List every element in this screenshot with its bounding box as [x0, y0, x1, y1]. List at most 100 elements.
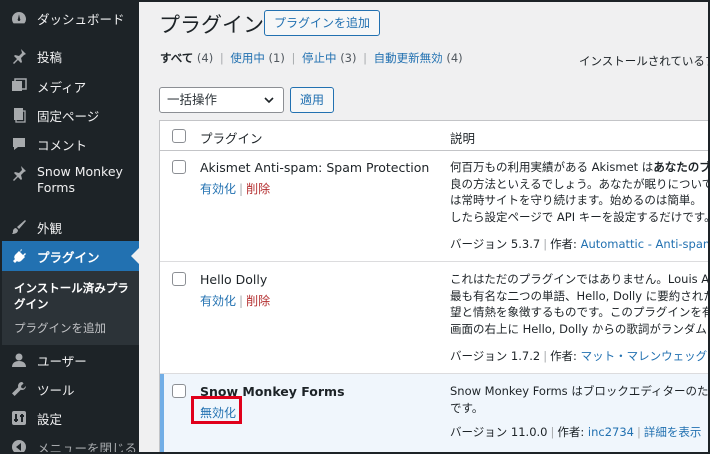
description-line: です。: [450, 400, 484, 415]
comment-icon: [10, 135, 28, 153]
author-link[interactable]: Automattic - Anti-spam Team: [581, 237, 708, 251]
select-all-checkbox[interactable]: [172, 129, 186, 143]
admin-sidebar: ダッシュボード 投稿 メディア 固定ページ コメント Snow Monkey F…: [2, 2, 139, 452]
plugin-version: バージョン 1.7.2: [450, 349, 541, 363]
sidebar-item-label: コメント: [37, 137, 88, 153]
meta-separator: |: [550, 425, 555, 439]
plugin-version: バージョン 11.0.0: [450, 425, 548, 439]
column-header-plugin: プラグイン: [200, 131, 263, 146]
author-label: 作者:: [557, 425, 585, 439]
description-line: 最も有名な二つの単語、Hello, Dolly に要約された一: [450, 288, 710, 303]
row-checkbox[interactable]: [172, 384, 186, 398]
plugins-table: プラグイン 説明 Akismet Anti-spam: Spam Protect…: [159, 120, 710, 452]
delete-link[interactable]: 削除: [246, 294, 270, 308]
sidebar-item-label: 外観: [37, 220, 63, 236]
sidebar-item-label: ダッシュボード: [37, 11, 125, 27]
sidebar-item-tools[interactable]: ツール: [2, 374, 139, 404]
filter-active[interactable]: 使用中: [230, 51, 265, 65]
activate-link[interactable]: 有効化: [200, 182, 236, 196]
sidebar-item-label: 固定ページ: [37, 108, 100, 124]
filter-active-count: (1): [268, 51, 285, 65]
sidebar-item-settings[interactable]: 設定: [2, 403, 139, 433]
highlight-annotation: [191, 396, 242, 424]
plugin-description: これはただのプラグインではありません。Louis Arms 最も有名な二つの単語…: [450, 271, 710, 337]
sidebar-item-snow-monkey-forms[interactable]: Snow Monkey Forms: [2, 158, 139, 202]
filter-all[interactable]: すべて: [160, 51, 193, 65]
table-header: プラグイン 説明: [160, 121, 708, 151]
activate-link[interactable]: 有効化: [200, 294, 236, 308]
sidebar-item-posts[interactable]: 投稿: [2, 41, 139, 71]
settings-icon: [10, 409, 28, 427]
plugin-meta: バージョン 5.3.7|作者: Automattic - Anti-spam T…: [450, 236, 708, 252]
plugins-submenu: インストール済みプラグイン プラグインを追加: [2, 271, 139, 345]
sidebar-item-comments[interactable]: コメント: [2, 129, 139, 159]
pin-icon: [10, 47, 28, 65]
pin-icon: [10, 164, 28, 182]
plugin-meta: バージョン 11.0.0 | 作者: inc2734 | 詳細を表示: [450, 424, 701, 440]
sidebar-item-label: 投稿: [37, 49, 63, 65]
sidebar-collapse-button[interactable]: メニューを閉じる: [2, 432, 139, 452]
description-bold: あなたのブログ: [653, 160, 710, 174]
author-label: 作者:: [550, 349, 577, 363]
dashboard-icon: [10, 9, 28, 27]
status-filter-links: すべて (4) | 使用中 (1) | 停止中 (3) | 自動更新無効 (4): [160, 50, 463, 66]
description-line: 望と情熱を象徴するものです。このプラグインを有効: [450, 305, 710, 319]
add-plugin-button[interactable]: プラグインを追加: [264, 10, 381, 36]
sidebar-item-label: Snow Monkey Forms: [37, 164, 123, 195]
author-link[interactable]: inc2734: [588, 425, 634, 439]
sidebar-item-media[interactable]: メディア: [2, 71, 139, 101]
filter-autoupdate-disabled[interactable]: 自動更新無効: [374, 51, 443, 65]
row-actions: 有効化 | 削除: [200, 292, 270, 309]
plugin-name: Akismet Anti-spam: Spam Protection: [200, 160, 430, 175]
sidebar-item-plugins[interactable]: プラグイン: [2, 241, 139, 271]
table-row-active: Snow Monkey Forms 無効化 Snow Monkey Forms …: [160, 374, 710, 452]
sidebar-item-label: プラグイン: [37, 249, 100, 265]
installed-plugins-search-label: インストールされているプ: [579, 54, 710, 68]
description-line: したら設定ページで API キーを設定するだけです。: [450, 209, 710, 224]
bulk-actions-value: 一括操作: [167, 92, 218, 107]
sidebar-item-appearance[interactable]: 外観: [2, 212, 139, 242]
description-line: Snow Monkey Forms はブロックエディターのための: [450, 384, 710, 398]
filter-separator: |: [219, 51, 224, 65]
sidebar-item-pages[interactable]: 固定ページ: [2, 100, 139, 130]
collapse-icon: [10, 438, 28, 452]
description-line: 何百万もの利用実績がある Akismet は: [450, 160, 654, 174]
bulk-actions-select[interactable]: 一括操作: [159, 87, 284, 113]
action-separator: |: [239, 294, 244, 308]
row-checkbox[interactable]: [172, 272, 186, 286]
author-link[interactable]: マット・マレンウェッグ: [581, 349, 708, 363]
action-separator: |: [239, 182, 244, 196]
description-line: これはただのプラグインではありません。Louis Arms: [450, 272, 710, 286]
delete-link[interactable]: 削除: [246, 182, 270, 196]
sidebar-item-dashboard[interactable]: ダッシュボード: [2, 3, 139, 33]
plugin-description: 何百万もの利用実績がある Akismet はあなたのブログ 良の方法といえるでし…: [450, 159, 710, 225]
sidebar-item-users[interactable]: ユーザー: [2, 345, 139, 375]
apply-button[interactable]: 適用: [290, 87, 335, 113]
description-line: 良の方法といえるでしょう。あなたが眠りについてい: [450, 176, 710, 191]
details-link[interactable]: 詳細を表示: [644, 425, 702, 439]
table-row: Hello Dolly 有効化 | 削除 これはただのプラグインではありません。Lo…: [160, 262, 710, 374]
plugin-description: Snow Monkey Forms はブロックエディターのための です。: [450, 383, 710, 416]
page-icon: [10, 106, 28, 124]
filter-all-count: (4): [196, 51, 214, 65]
submenu-item-add-plugin[interactable]: プラグインを追加: [14, 320, 106, 336]
filter-separator: |: [291, 51, 296, 65]
filter-inactive-count: (3): [340, 51, 357, 65]
table-row: Akismet Anti-spam: Spam Protection 有効化 | 削…: [160, 152, 710, 262]
app-frame: ダッシュボード 投稿 メディア 固定ページ コメント Snow Monkey F…: [0, 0, 710, 454]
submenu-item-installed-plugins[interactable]: インストール済みプラグイン: [14, 280, 134, 312]
row-actions: 有効化 | 削除: [200, 180, 270, 197]
meta-separator: |: [543, 349, 548, 363]
filter-autoupdate-count: (4): [446, 51, 463, 65]
plugin-icon: [10, 247, 28, 265]
sidebar-item-label: ツール: [37, 382, 75, 398]
description-line: 画面の右上に Hello, Dolly からの歌詞がランダムに表: [450, 321, 710, 336]
filter-inactive[interactable]: 停止中: [302, 51, 337, 65]
sidebar-item-label: メディア: [37, 79, 87, 95]
meta-separator: |: [637, 425, 641, 439]
active-menu-arrow: [131, 248, 139, 264]
wrench-icon: [10, 380, 28, 398]
media-icon: [10, 77, 28, 95]
page-title: プラグイン: [159, 13, 264, 37]
row-checkbox[interactable]: [172, 160, 186, 174]
